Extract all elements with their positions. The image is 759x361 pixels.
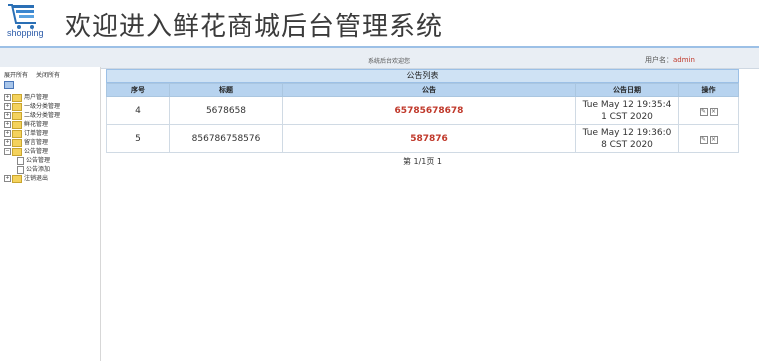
- folder-icon: [12, 93, 22, 102]
- cell-actions: ✎ ×: [678, 124, 739, 153]
- user-label: 用户名：: [645, 56, 673, 64]
- nav-tree: + 用户管理 + 一级分类管理 + 二级分类管理 + 鲜花管理 + 订单管理 + 留言管理 …: [4, 93, 60, 183]
- sidebar-item-users[interactable]: + 用户管理: [4, 93, 60, 102]
- delete-icon[interactable]: ×: [709, 135, 718, 144]
- expand-icon[interactable]: +: [4, 94, 11, 101]
- expand-icon[interactable]: +: [4, 175, 11, 182]
- sidebar-item-label: 留言管理: [24, 139, 49, 146]
- cell-title: 5678658: [169, 96, 283, 125]
- notice-table: 序号 标题 公告 公告日期 操作 4 5678658 65785678678 T…: [106, 83, 739, 153]
- folder-icon: [12, 138, 22, 147]
- sidebar-item-label: 鲜花管理: [24, 121, 49, 128]
- folder-icon: [12, 129, 22, 138]
- cell-id: 4: [106, 96, 170, 125]
- cell-content: 65785678678: [282, 96, 576, 125]
- column-header-content: 公告: [282, 83, 576, 97]
- logo-text: shopping: [7, 28, 44, 38]
- folder-icon: [12, 174, 22, 183]
- date-line: Tue May 12 19:36:0: [582, 127, 672, 138]
- column-header-actions: 操作: [678, 83, 739, 97]
- folder-icon: [12, 120, 22, 129]
- document-icon: [17, 165, 24, 174]
- expand-icon[interactable]: +: [4, 130, 11, 137]
- sidebar-subitem-notice-add[interactable]: 公告添加: [4, 165, 60, 174]
- expand-icon[interactable]: +: [4, 121, 11, 128]
- sidebar-item-label: 订单管理: [24, 130, 49, 137]
- folder-icon: [12, 102, 22, 111]
- sidebar-item-category2[interactable]: + 二级分类管理: [4, 111, 60, 120]
- delete-icon[interactable]: ×: [709, 107, 718, 116]
- cell-content: 587876: [282, 124, 576, 153]
- sidebar-item-label: 二级分类管理: [24, 112, 61, 119]
- sidebar-item-orders[interactable]: + 订单管理: [4, 129, 60, 138]
- pagination[interactable]: 第 1/1页 1: [106, 156, 739, 167]
- collapse-all-link[interactable]: 关闭所有: [36, 72, 60, 79]
- welcome-text: 系统后台欢迎您: [368, 58, 411, 65]
- sidebar-subitem-notice-manage[interactable]: 公告管理: [4, 156, 60, 165]
- sidebar-item-category1[interactable]: + 一级分类管理: [4, 102, 60, 111]
- sidebar-item-logout[interactable]: + 注销退出: [4, 174, 60, 183]
- column-header-id: 序号: [106, 83, 170, 97]
- expand-icon[interactable]: +: [4, 103, 11, 110]
- main-content: 公告列表 序号 标题 公告 公告日期 操作 4 5678658 65785678…: [106, 69, 739, 167]
- table-header-row: 序号 标题 公告 公告日期 操作: [106, 83, 739, 97]
- expand-icon[interactable]: +: [4, 112, 11, 119]
- header: shopping 欢迎进入鲜花商城后台管理系统: [0, 0, 759, 46]
- cell-id: 5: [106, 124, 170, 153]
- sidebar-controls: 展开所有 关闭所有: [4, 70, 66, 79]
- cell-date: Tue May 12 19:36:0 8 CST 2020: [575, 124, 679, 153]
- sidebar-item-label: 公告管理: [24, 148, 49, 155]
- sidebar-item-flowers[interactable]: + 鲜花管理: [4, 120, 60, 129]
- top-bar: 系统后台欢迎您 用户名：admin: [0, 46, 759, 69]
- column-header-date: 公告日期: [575, 83, 679, 97]
- date-line: 1 CST 2020: [601, 111, 653, 122]
- sidebar-item-messages[interactable]: + 留言管理: [4, 138, 60, 147]
- site-title: 欢迎进入鲜花商城后台管理系统: [65, 12, 444, 42]
- cell-date: Tue May 12 19:35:4 1 CST 2020: [575, 96, 679, 125]
- sidebar-item-label: 用户管理: [24, 94, 49, 101]
- cell-title: 856786758576: [169, 124, 283, 153]
- sidebar-item-notices[interactable]: − 公告管理: [4, 147, 60, 156]
- date-line: Tue May 12 19:35:4: [582, 99, 672, 110]
- sidebar-item-label: 公告添加: [26, 166, 51, 173]
- sidebar: 展开所有 关闭所有 + 用户管理 + 一级分类管理 + 二级分类管理 + 鲜花管理 + 订…: [0, 67, 101, 361]
- sidebar-item-label: 注销退出: [24, 175, 49, 182]
- sidebar-item-label: 公告管理: [26, 157, 51, 164]
- date-line: 8 CST 2020: [601, 139, 653, 150]
- sidebar-item-label: 一级分类管理: [24, 103, 61, 110]
- table-row: 4 5678658 65785678678 Tue May 12 19:35:4…: [106, 96, 739, 125]
- user-name: admin: [673, 56, 695, 64]
- computer-icon: [4, 81, 14, 89]
- document-icon: [17, 156, 24, 165]
- folder-icon: [12, 111, 22, 120]
- panel-title: 公告列表: [106, 69, 739, 83]
- expand-icon[interactable]: +: [4, 139, 11, 146]
- cell-actions: ✎ ×: [678, 96, 739, 125]
- table-row: 5 856786758576 587876 Tue May 12 19:36:0…: [106, 124, 739, 153]
- expand-all-link[interactable]: 展开所有: [4, 72, 28, 79]
- user-info: 用户名：admin: [645, 55, 695, 65]
- edit-icon[interactable]: ✎: [699, 135, 708, 144]
- edit-icon[interactable]: ✎: [699, 107, 708, 116]
- folder-open-icon: [12, 147, 22, 156]
- collapse-icon[interactable]: −: [4, 148, 11, 155]
- column-header-title: 标题: [169, 83, 283, 97]
